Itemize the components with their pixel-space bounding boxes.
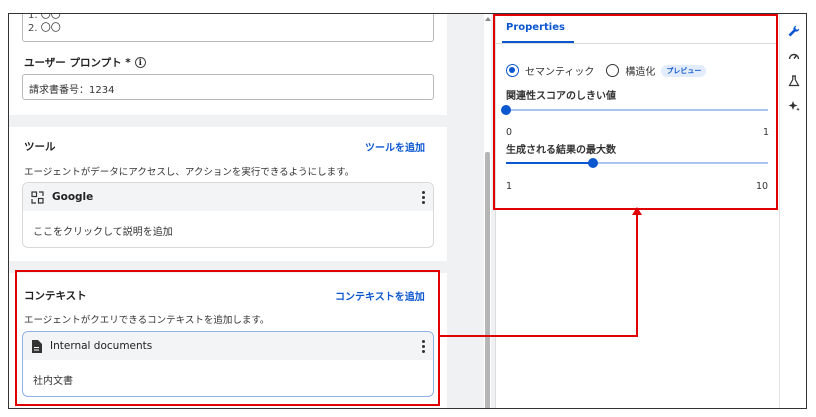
scroll-up-arrow-icon[interactable] (485, 17, 491, 21)
sparkle-icon[interactable] (788, 100, 800, 112)
textarea-line: 1. 〇〇 (28, 13, 61, 21)
user-prompt-input[interactable]: 請求書番号：1234 (22, 74, 434, 100)
user-prompt-label: ユーザー プロンプト * i (24, 55, 146, 70)
flask-icon[interactable] (788, 75, 800, 87)
tools-description: エージェントがデータにアクセスし、アクションを実行できるようにします。 (24, 167, 355, 178)
scrollbar-thumb[interactable] (485, 152, 490, 408)
add-tool-link[interactable]: ツールを追加 (365, 139, 425, 154)
tool-card-header: Google (23, 183, 433, 211)
tool-icon (31, 190, 44, 204)
tool-card-google[interactable]: Google ここをクリックして説明を追加 (22, 182, 434, 248)
section-divider (9, 115, 447, 127)
wrench-icon[interactable] (788, 25, 800, 37)
tools-title: ツール (24, 141, 56, 153)
properties-highlight-box (493, 14, 778, 210)
instructions-textarea[interactable]: 1. 〇〇 2. 〇〇 (22, 13, 434, 42)
tool-name: Google (52, 191, 94, 203)
more-options-icon[interactable] (422, 190, 425, 204)
tool-description[interactable]: ここをクリックして説明を追加 (23, 211, 433, 247)
textarea-line: 2. 〇〇 (28, 23, 61, 34)
screenshot-frame: 1. 〇〇 2. 〇〇 ユーザー プロンプト * i 請求書番号：1234 ツー… (8, 13, 807, 409)
side-toolbar (779, 14, 806, 408)
info-icon[interactable]: i (134, 57, 146, 68)
agent-config-panel: 1. 〇〇 2. 〇〇 ユーザー プロンプト * i 請求書番号：1234 ツー… (9, 13, 447, 408)
context-highlight-box (15, 270, 440, 406)
gauge-icon[interactable] (788, 50, 800, 62)
user-prompt-label-text: ユーザー プロンプト * (24, 57, 131, 69)
